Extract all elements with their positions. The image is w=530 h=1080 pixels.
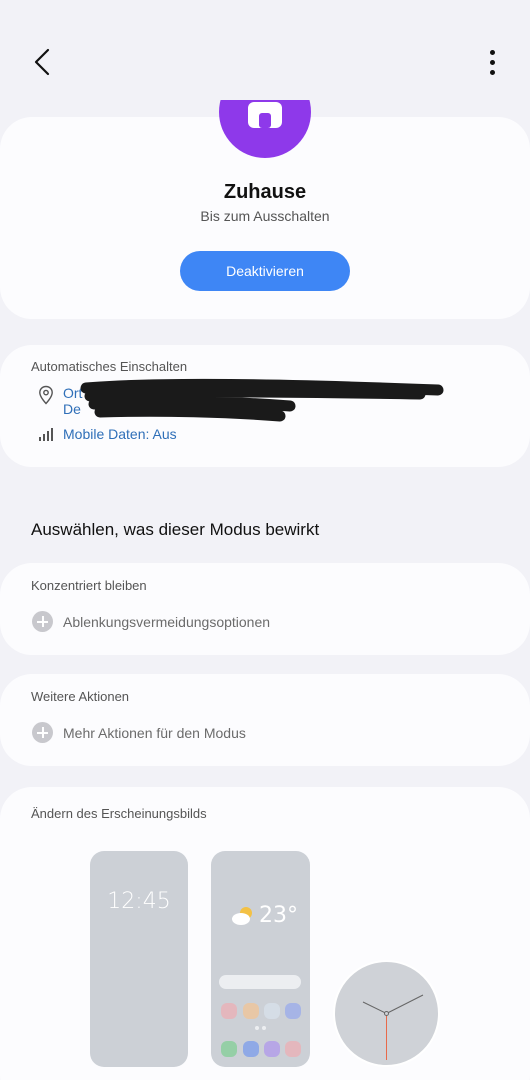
appearance-label: Ändern des Erscheinungsbilds [31,806,207,821]
app-icon [285,1003,301,1019]
page-indicator [262,1026,266,1030]
more-options-button[interactable] [480,46,504,78]
app-icon [285,1041,301,1057]
home-icon [219,100,311,158]
mode-subtitle: Bis zum Ausschalten [200,208,330,224]
deactivate-button[interactable]: Deaktivieren [180,251,350,291]
distraction-options-label: Ablenkungsvermeidungsoptionen [63,613,271,630]
mode-title: Zuhause [223,181,307,203]
more-options-icon [489,49,495,55]
back-button[interactable] [26,44,58,80]
partly-cloudy-icon [232,906,252,925]
distraction-options-button[interactable]: Ablenkungsvermeidungsoptionen [32,611,270,632]
weather-widget: 23° [231,903,298,928]
more-actions-button[interactable]: Mehr Aktionen für den Modus [32,722,246,743]
add-icon [32,722,53,743]
search-bar [219,975,301,989]
page-indicator [255,1026,259,1030]
more-actions-label: Weitere Aktionen [31,689,130,704]
app-icon [221,1003,237,1019]
lockscreen-time: 12:45 [107,889,171,914]
signal-icon [39,428,53,441]
location-condition[interactable]: Ort De [38,385,82,417]
mobile-data-text: Mobile Daten: Aus [63,426,177,442]
location-pin-icon [39,385,53,405]
section-heading: Auswählen, was dieser Modus bewirkt [31,520,320,539]
chevron-left-icon [34,48,50,76]
more-actions-option-label: Mehr Aktionen für den Modus [63,724,246,741]
app-icon [243,1003,259,1019]
redaction-scribble [80,378,444,422]
app-icon [243,1041,259,1057]
analog-clock-icon [362,994,424,1060]
watch-face-preview[interactable] [333,960,440,1067]
more-actions-card [0,674,530,766]
temperature: 23° [259,903,298,928]
top-bar [0,0,530,110]
app-icon [264,1003,280,1019]
app-icon [221,1041,237,1057]
mobile-data-condition[interactable]: Mobile Daten: Aus [38,426,177,442]
focus-label: Konzentriert bleiben [31,578,147,593]
homescreen-preview[interactable]: 23° [211,851,310,1067]
app-icon [264,1041,280,1057]
auto-activation-label: Automatisches Einschalten [31,359,188,374]
add-icon [32,611,53,632]
focus-card [0,563,530,655]
lockscreen-preview[interactable]: 12:45 [90,851,188,1067]
